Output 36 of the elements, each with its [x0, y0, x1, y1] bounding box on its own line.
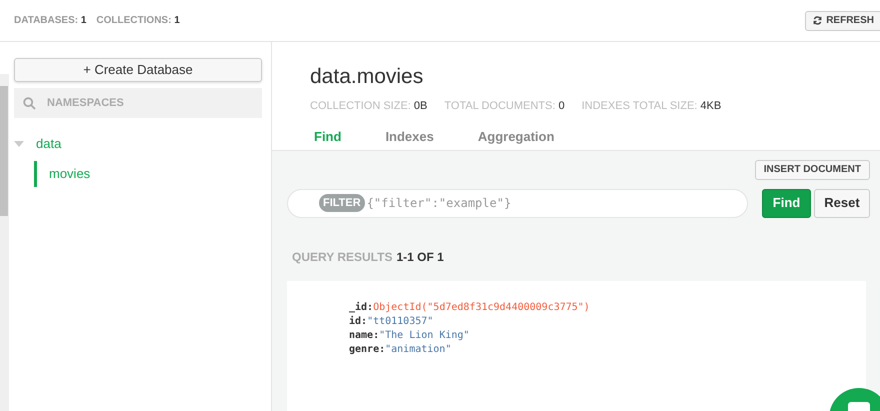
stat-text: COLLECTION SIZE: 0B: [310, 99, 428, 114]
results-label: QUERY RESULTS: [292, 248, 392, 266]
caret-down-icon: [14, 141, 24, 147]
field-key: _id:: [349, 300, 374, 314]
chat-icon: [848, 402, 870, 411]
filter-box[interactable]: FILTER {"filter":"example"}: [287, 188, 748, 218]
find-button[interactable]: Find: [762, 188, 811, 218]
insert-document-button[interactable]: INSERT DOCUMENT: [754, 160, 870, 180]
results-count: 1-1 OF 1: [396, 248, 444, 266]
collection-title: data.movies: [310, 64, 424, 90]
field-key: genre:: [349, 342, 386, 356]
search-field[interactable]: NAMESPACES: [47, 94, 253, 112]
stat-text: COLLECTIONS: 1: [96, 14, 180, 28]
search-box[interactable]: NAMESPACES: [14, 88, 262, 118]
field-key: id:: [349, 314, 368, 328]
refresh-icon: [813, 16, 822, 25]
scrollbar-thumb[interactable]: [0, 86, 8, 216]
tab[interactable]: Indexes: [385, 124, 434, 150]
stat-text: TOTAL DOCUMENTS: 0: [444, 99, 565, 114]
collection-item[interactable]: movies: [34, 161, 262, 187]
stat-text: INDEXES TOTAL SIZE: 4KB: [582, 99, 722, 114]
reset-button[interactable]: Reset: [814, 188, 870, 218]
field-value: "tt0110357": [367, 314, 434, 328]
field-value: ObjectId("5d7ed8f31c9d4400009c3775"): [373, 300, 590, 314]
field-key: name:: [349, 328, 380, 342]
create-database-button[interactable]: + Create Database: [14, 58, 262, 82]
tab[interactable]: Find: [314, 124, 342, 150]
field-value: "animation": [385, 342, 452, 356]
search-icon: [23, 96, 36, 110]
database-item[interactable]: data: [14, 134, 262, 154]
filter-badge: FILTER: [319, 194, 365, 212]
field-value: "The Lion King": [379, 328, 470, 342]
stat-text: DATABASES: 1: [14, 14, 86, 28]
refresh-button[interactable]: REFRESH: [805, 10, 880, 30]
tab[interactable]: Aggregation: [478, 124, 554, 150]
filter-field[interactable]: {"filter":"example"}: [366, 194, 747, 212]
